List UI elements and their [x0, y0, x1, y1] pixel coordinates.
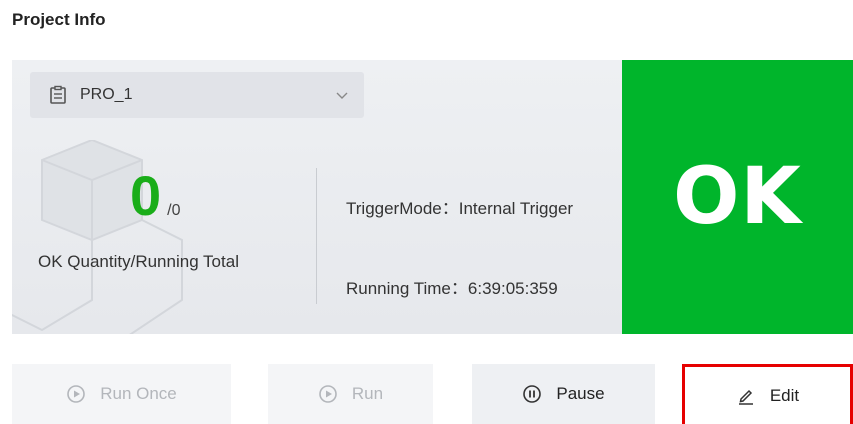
project-panel: PRO_1 0 /0 OK Quantity/Running Total Tri…	[12, 60, 622, 334]
run-label: Run	[351, 384, 384, 403]
pause-circle-icon	[522, 384, 542, 404]
run-once-label: Run Once	[100, 384, 177, 403]
chevron-down-icon	[334, 87, 350, 103]
ok-count: 0	[130, 164, 162, 227]
section-title: Project Info	[12, 10, 106, 29]
project-select[interactable]: PRO_1	[30, 72, 364, 118]
document-icon	[48, 85, 68, 105]
pencil-icon	[736, 386, 756, 406]
ok-counter: 0 /0	[130, 168, 181, 224]
run-button[interactable]: Run	[268, 364, 433, 424]
trigger-mode: TriggerMode：Internal Trigger	[346, 199, 574, 218]
edit-label: Edit	[769, 385, 800, 405]
pause-label: Pause	[556, 384, 605, 403]
divider	[316, 168, 317, 304]
status-indicator: OK	[622, 60, 853, 334]
play-circle-icon	[318, 384, 338, 404]
running-total: /0	[167, 202, 181, 219]
edit-button[interactable]: Edit	[682, 364, 853, 424]
play-circle-icon	[66, 384, 86, 404]
running-time: Running Time：6:39:05:359	[346, 279, 558, 298]
pause-button[interactable]: Pause	[472, 364, 655, 424]
project-name: PRO_1	[80, 86, 133, 103]
status-text: OK	[673, 152, 802, 242]
run-once-button[interactable]: Run Once	[12, 364, 231, 424]
counter-label: OK Quantity/Running Total	[38, 252, 239, 271]
